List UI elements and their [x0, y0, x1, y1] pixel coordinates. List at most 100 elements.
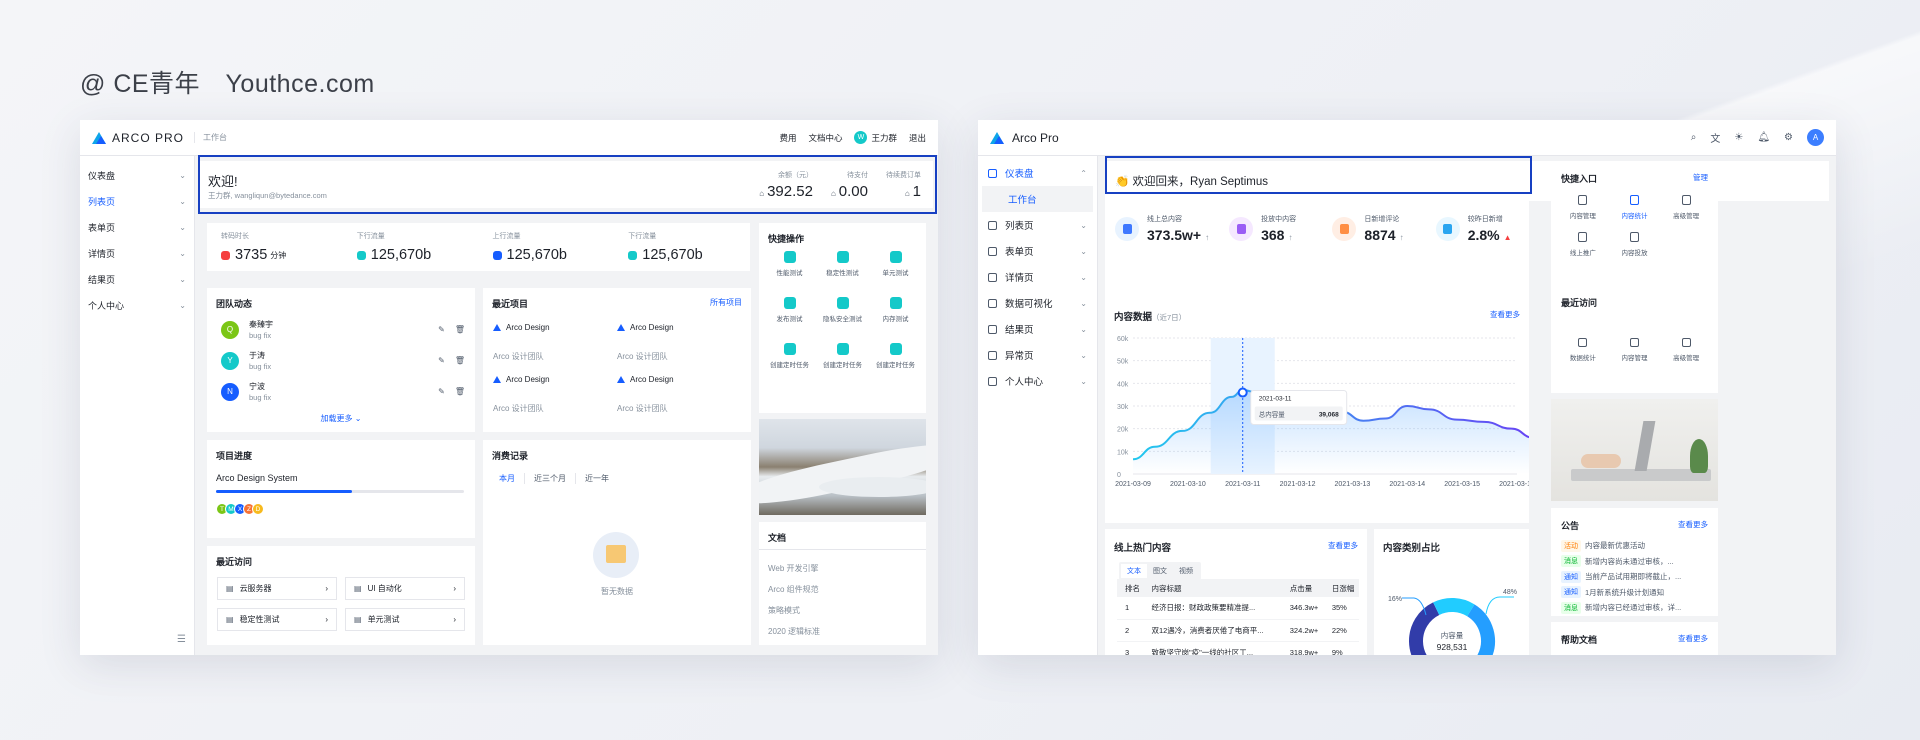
avatar[interactable]: A — [1807, 129, 1824, 146]
notice-item[interactable]: 活动 内容最新优惠活动 — [1561, 538, 1712, 554]
sidebar-item[interactable]: 个人中心 ⌄ — [978, 368, 1097, 394]
edit-icon[interactable]: ✎ — [438, 356, 445, 365]
nav-link-docs[interactable]: 文档中心 — [808, 132, 842, 144]
table-row[interactable]: 2 双12遇冷，消费者厌倦了电商平... 324.2w+ 22% — [1117, 619, 1359, 641]
doc-link[interactable]: 策略模式 — [768, 600, 820, 621]
sidebar-item[interactable]: 个人中心 ⌄ — [80, 292, 194, 318]
sidebar-item[interactable]: 表单页 ⌄ — [80, 214, 194, 240]
collapse-icon[interactable]: ☰ — [177, 634, 186, 645]
quick-action[interactable]: 发布测试 — [763, 297, 816, 323]
doc-link[interactable]: Web 开发引擎 — [768, 558, 820, 579]
table-row[interactable]: 3 致敬坚守岗"疫"一线的社区工... 318.9w+ 9% — [1117, 641, 1359, 656]
sidebar-item[interactable]: 结果页 ⌄ — [80, 266, 194, 292]
quick-action[interactable]: 隐私安全测试 — [816, 297, 869, 323]
sidebar-item-label: 表单页 — [88, 222, 116, 233]
delete-icon[interactable]: 🗑︎ — [455, 356, 465, 365]
sidebar-item[interactable]: 详情页 ⌄ — [978, 264, 1097, 290]
quick-action[interactable]: 创建定时任务 — [763, 343, 816, 369]
project-item[interactable]: Arco Design Arco 设计团队 — [617, 320, 741, 364]
project-item[interactable]: Arco Design Arco 设计团队 — [493, 372, 617, 416]
quick-action-label: 创建定时任务 — [823, 362, 862, 369]
sidebar-item[interactable]: 仪表盘 ⌃ — [978, 160, 1097, 186]
table-row[interactable]: 1 经济日报：财政政策要精准提... 346.3w+ 35% — [1117, 597, 1359, 619]
notice-more-link[interactable]: 查看更多 — [1678, 519, 1708, 530]
doc-link[interactable]: Arco 组件规范 — [768, 579, 820, 600]
gear-icon[interactable]: ⚙ — [1784, 132, 1793, 143]
notice-item[interactable]: 通知 当前产品试用期即将截止，... — [1561, 569, 1712, 585]
tab-content-type[interactable]: 图文 — [1147, 564, 1173, 578]
edit-icon[interactable]: ✎ — [438, 387, 445, 396]
delete-icon[interactable]: 🗑︎ — [455, 325, 465, 334]
edit-icon[interactable]: ✎ — [438, 325, 445, 334]
x-tick-label: 2021-03-16 — [1499, 481, 1529, 488]
quick-manage-link[interactable]: 管理 — [1693, 172, 1708, 183]
language-icon[interactable]: 文 — [1710, 130, 1720, 145]
sidebar-item[interactable]: 仪表盘 ⌄ — [80, 162, 194, 188]
sidebar-item[interactable]: 结果页 ⌄ — [978, 316, 1097, 342]
delete-icon[interactable]: 🗑︎ — [455, 387, 465, 396]
visits-title: 最近访问 — [216, 557, 253, 567]
tab-period[interactable]: 近一年 — [575, 473, 618, 484]
quick-action[interactable]: 单元测试 — [869, 251, 922, 277]
table-cell: 1 — [1125, 603, 1130, 613]
sidebar-item[interactable]: 列表页 ⌄ — [978, 212, 1097, 238]
all-projects-link[interactable]: 所有项目 — [710, 297, 742, 308]
recent-visit-item[interactable]: ▤ UI 自动化 › — [345, 577, 465, 600]
tab-period[interactable]: 本月 — [499, 473, 524, 484]
quick-entry-item[interactable]: 内容管理 — [1557, 195, 1609, 220]
recent-item[interactable]: 内容管理 — [1609, 338, 1661, 362]
recent-visit-item[interactable]: ▤ 云服务器 › — [217, 577, 337, 600]
donut-slice[interactable] — [1409, 602, 1440, 655]
doc-link[interactable]: 2020 逻辑标准 — [768, 621, 820, 642]
tab-period[interactable]: 近三个月 — [524, 473, 575, 484]
quick-action[interactable]: 内存测试 — [869, 297, 922, 323]
sidebar-item[interactable]: 详情页 ⌄ — [80, 240, 194, 266]
breadcrumb: 工作台 — [194, 132, 227, 143]
notice-item[interactable]: 消息 新增内容已经通过审核，详... — [1561, 600, 1712, 616]
tab-content-type[interactable]: 文本 — [1121, 564, 1147, 578]
quick-entry-item[interactable]: 线上推广 — [1557, 232, 1609, 257]
quick-entry-label: 内容投放 — [1621, 250, 1648, 257]
tooltip-label: 总内容量 — [1259, 410, 1286, 419]
recent-item[interactable]: 数据统计 — [1557, 338, 1609, 362]
quick-entry-item[interactable]: 内容统计 — [1609, 195, 1661, 220]
projects-card: 最近项目 所有项目 Arco Design Arco 设计团队 Arco Desig… — [483, 288, 751, 432]
donut-slice[interactable] — [1433, 598, 1475, 617]
project-item[interactable]: Arco Design Arco 设计团队 — [617, 372, 741, 416]
sidebar: 仪表盘 ⌃ 工作台 列表页 ⌄ 表单页 ⌄ 详情页 ⌄ 数据可视化 ⌄ 结果页 ⌄ 异常页 ⌄ 个人中心 ⌄ — [978, 156, 1098, 655]
member-desc: bug fix — [249, 361, 272, 371]
help-more-link[interactable]: 查看更多 — [1678, 633, 1708, 644]
quick-action[interactable]: 性能测试 — [763, 251, 816, 277]
quick-entry-item[interactable]: 内容投放 — [1609, 232, 1661, 257]
notice-item[interactable]: 消息 新增内容尚未通过审核，... — [1561, 554, 1712, 570]
bell-icon[interactable]: 🔔︎ — [1757, 132, 1770, 143]
search-icon[interactable]: ⌕ — [1691, 132, 1697, 143]
quick-action[interactable]: 稳定性测试 — [816, 251, 869, 277]
user-menu[interactable]: W 王力群 — [854, 131, 897, 144]
category-donut-chart: 内容量 928,531 48% 16% — [1388, 589, 1517, 655]
stat-label: 下行流量 — [628, 233, 657, 240]
quick-action[interactable]: 创建定时任务 — [816, 343, 869, 369]
sun-icon[interactable]: ☀ — [1734, 132, 1743, 143]
kpi-label: 投放中内容 — [1261, 215, 1297, 223]
sidebar-item[interactable]: 数据可视化 ⌄ — [978, 290, 1097, 316]
nav-link-cost[interactable]: 费用 — [779, 132, 796, 144]
notice-text: 内容最新优惠活动 — [1585, 541, 1645, 551]
logout-link[interactable]: 退出 — [909, 132, 926, 144]
chart-more-link[interactable]: 查看更多 — [1490, 309, 1520, 320]
sidebar-item[interactable]: 异常页 ⌄ — [978, 342, 1097, 368]
quick-entry-item[interactable]: 高级管理 — [1660, 195, 1712, 220]
sidebar-item[interactable]: 列表页 ⌄ — [80, 188, 194, 214]
project-item[interactable]: Arco Design Arco 设计团队 — [493, 320, 617, 364]
sidebar-item[interactable]: 工作台 — [982, 186, 1093, 212]
load-more-link[interactable]: 加载更多 ⌄ — [207, 413, 475, 424]
hot-more-link[interactable]: 查看更多 — [1328, 540, 1358, 551]
recent-visit-item[interactable]: ▤ 稳定性测试 › — [217, 608, 337, 631]
notice-item[interactable]: 通知 1月新系统升级计划通知 — [1561, 585, 1712, 601]
sidebar-item[interactable]: 表单页 ⌄ — [978, 238, 1097, 264]
tab-content-type[interactable]: 视频 — [1173, 564, 1199, 578]
quick-action[interactable]: 创建定时任务 — [869, 343, 922, 369]
recent-item[interactable]: 高级管理 — [1660, 338, 1712, 362]
highlight-point[interactable] — [1237, 387, 1248, 398]
recent-visit-item[interactable]: ▤ 单元测试 › — [345, 608, 465, 631]
